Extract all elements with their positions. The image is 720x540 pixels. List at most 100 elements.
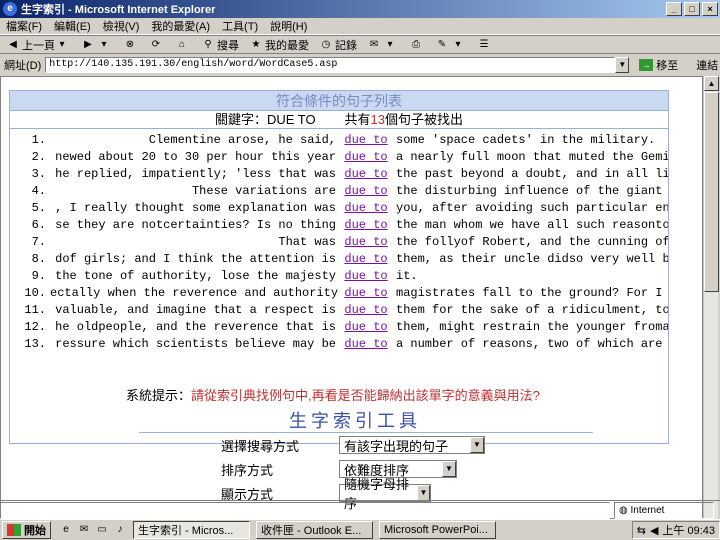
menu-help[interactable]: 說明(H) — [270, 18, 307, 34]
results-summary: 關鍵字：DUE TO 共有13個句子被找出 — [10, 111, 668, 129]
desktop-quicklaunch-icon[interactable]: ▭ — [95, 523, 109, 537]
row-number: 7. — [31, 234, 46, 249]
clock: 上午 09:43 — [662, 525, 715, 537]
row-number: 8. — [31, 251, 46, 266]
forward-button[interactable]: ▶ ▾ — [81, 39, 113, 51]
left-context: ressure which scientists believe may be — [55, 336, 336, 351]
menu-edit[interactable]: 編輯(E) — [54, 18, 91, 34]
keyword-link[interactable]: due to — [340, 167, 392, 181]
menu-tools[interactable]: 工具(T) — [222, 18, 258, 34]
result-row: 11. valuable, and imagine that a respect … — [10, 301, 668, 318]
stop-button[interactable]: ⊗ — [123, 39, 139, 51]
hint-label: 系統提示： — [126, 388, 192, 403]
task-powerpoint[interactable]: Microsoft PowerPoi... — [379, 521, 496, 539]
result-row: 2. newed about 20 to 30 per hour this yea… — [10, 148, 668, 165]
volume-icon[interactable]: ◀ — [650, 524, 658, 537]
results-title: 符合條件的句子列表 — [10, 91, 668, 111]
history-button[interactable]: ◷ 記錄 — [319, 37, 357, 53]
window-controls: _ □ × — [666, 2, 718, 16]
right-context: a nearly full moon that muted the Gemin — [396, 149, 668, 164]
task-ie[interactable]: 生字索引 - Micros... — [133, 521, 250, 539]
discuss-icon: ☰ — [479, 38, 489, 50]
back-button[interactable]: ◀ 上一頁 ▾ — [6, 37, 71, 53]
right-context: magistrates fall to the ground? For I c — [396, 285, 668, 300]
vertical-scrollbar[interactable]: ▲ — [703, 76, 719, 519]
minimize-button[interactable]: _ — [666, 2, 682, 16]
left-context: he replied, impatiently; 'less that was — [55, 166, 336, 181]
result-row: 10. ectally when the reverence and author… — [10, 284, 668, 301]
keyword-link[interactable]: due to — [340, 303, 392, 317]
left-context: These variations are — [191, 183, 336, 198]
address-dropdown-button[interactable]: ▼ — [615, 56, 630, 73]
print-button[interactable]: ⎙ — [409, 39, 425, 51]
mail-button[interactable]: ✉ ▾ — [367, 39, 399, 51]
mail-icon: ✉ — [369, 38, 379, 50]
left-context: newed about 20 to 30 per hour this year — [55, 149, 336, 164]
title-bar: e 生字索引 - Microsoft Internet Explorer _ □… — [0, 0, 720, 18]
right-context: the follyof Robert, and the cunning of — [396, 234, 668, 249]
row-number: 9. — [31, 268, 46, 283]
row-number: 4. — [31, 183, 46, 198]
chevron-down-icon: ▾ — [101, 38, 107, 50]
status-bar: ◍ Internet — [0, 500, 720, 519]
keyword-link[interactable]: due to — [340, 235, 392, 249]
left-context: Clementine arose, he said, — [148, 132, 336, 147]
quick-launch: e ✉ ▭ ♪ — [59, 523, 127, 537]
keyword-link[interactable]: due to — [340, 184, 392, 198]
scroll-up-button[interactable]: ▲ — [704, 76, 719, 91]
task-outlook[interactable]: 收件匣 - Outlook E... — [256, 521, 373, 539]
browser-window: e 生字索引 - Microsoft Internet Explorer _ □… — [0, 0, 720, 540]
keyword-link[interactable]: due to — [340, 269, 392, 283]
back-label: 上一頁 — [22, 39, 55, 52]
home-button[interactable]: ⌂ — [175, 39, 191, 51]
media-quicklaunch-icon[interactable]: ♪ — [113, 523, 127, 537]
home-icon: ⌂ — [178, 38, 186, 50]
row-number: 12. — [24, 319, 46, 334]
result-row: 8. dof girls; and I think the attention i… — [10, 250, 668, 267]
edit-button[interactable]: ✎ ▾ — [435, 39, 467, 51]
keyword-link[interactable]: due to — [340, 320, 392, 334]
ie-logo-icon: e — [3, 2, 17, 16]
chevron-down-icon: ▼ — [416, 485, 430, 501]
keyword-link[interactable]: due to — [340, 150, 392, 164]
maximize-button[interactable]: □ — [684, 2, 700, 16]
chevron-down-icon: ▾ — [455, 38, 461, 50]
right-context: you, after avoiding such particular end — [396, 200, 668, 215]
favorites-button[interactable]: ★ 我的最愛 — [249, 37, 309, 53]
keyword-link[interactable]: due to — [340, 252, 392, 266]
chevron-down-icon: ▼ — [470, 437, 484, 453]
favorites-icon: ★ — [251, 38, 261, 50]
search-mode-label: 選擇搜尋方式 — [221, 438, 300, 454]
menu-view[interactable]: 檢視(V) — [103, 18, 140, 34]
menu-file[interactable]: 檔案(F) — [6, 18, 42, 34]
refresh-button[interactable]: ⟳ — [149, 39, 165, 51]
scroll-thumb[interactable] — [704, 92, 719, 292]
toolbar: ◀ 上一頁 ▾ ▶ ▾ ⊗ ⟳ ⌂ ⚲ 搜尋 ★ 我的最愛 ◷ 記錄 ✉ ▾ ⎙ ✎ ▾ ☰ — [0, 35, 720, 54]
links-button[interactable]: 連結 — [696, 57, 718, 73]
stop-icon: ⊗ — [125, 38, 135, 50]
address-label: 網址(D) — [4, 59, 42, 72]
result-row: 12. he oldpeople, and the reverence that … — [10, 318, 668, 335]
row-number: 10. — [24, 285, 46, 300]
globe-icon: ◍ — [619, 504, 631, 516]
ie-quicklaunch-icon[interactable]: e — [59, 523, 73, 537]
go-label: 移至 — [656, 59, 679, 72]
close-button[interactable]: × — [702, 2, 718, 16]
keyword-link[interactable]: due to — [340, 133, 392, 147]
address-input[interactable]: http://140.135.191.30/english/word/WordC… — [45, 56, 616, 73]
discuss-button[interactable]: ☰ — [477, 39, 493, 51]
start-button[interactable]: 開始 — [2, 521, 51, 539]
go-button[interactable]: → 移至 — [639, 57, 678, 73]
right-context: it. — [396, 268, 418, 283]
result-row: 9. the tone of authority, lose the majest… — [10, 267, 668, 284]
outlook-quicklaunch-icon[interactable]: ✉ — [77, 523, 91, 537]
keyword-link[interactable]: due to — [340, 201, 392, 215]
keyword-link[interactable]: due to — [340, 218, 392, 232]
network-icon[interactable]: ⇆ — [637, 524, 646, 537]
menu-favorites[interactable]: 我的最愛(A) — [151, 18, 210, 34]
keyword-link[interactable]: due to — [340, 286, 392, 300]
search-mode-select[interactable]: 有該字出現的句子 ▼ — [339, 436, 485, 454]
keyword-link[interactable]: due to — [340, 337, 392, 351]
search-button[interactable]: ⚲ 搜尋 — [201, 37, 239, 53]
page-content: 符合條件的句子列表 關鍵字：DUE TO 共有13個句子被找出 1. Clemen… — [0, 76, 703, 519]
